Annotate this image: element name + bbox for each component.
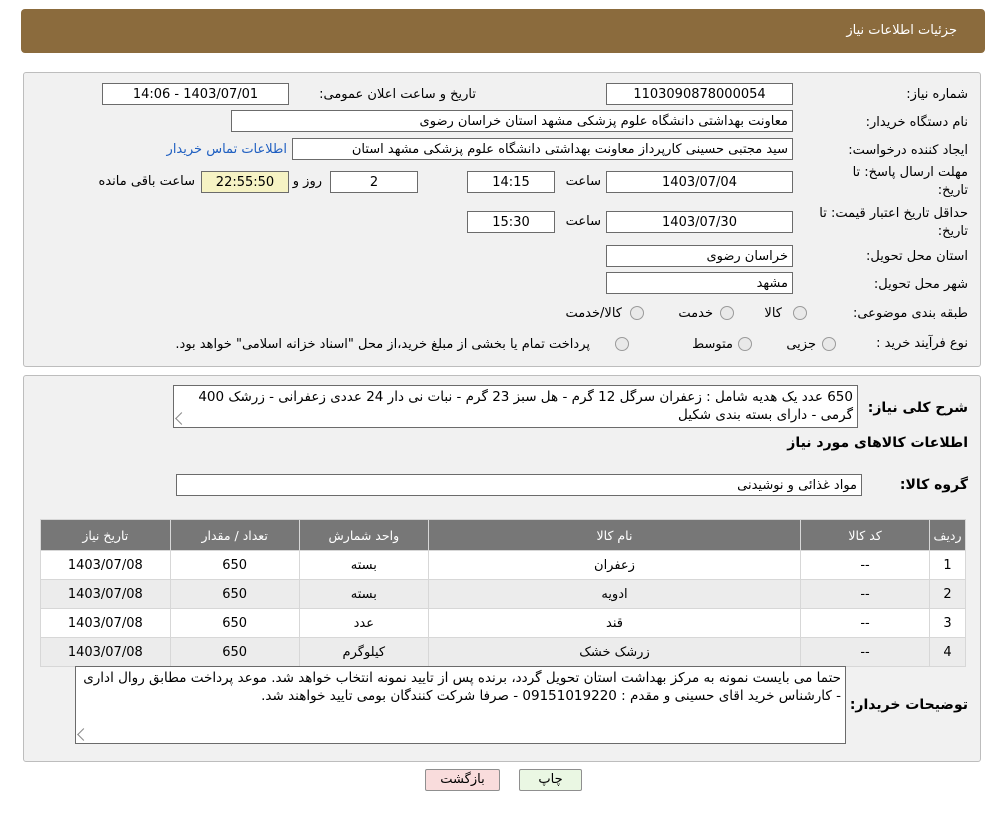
buyer-org-field: معاونت بهداشتی دانشگاه علوم پزشکی مشهد ا… bbox=[231, 110, 793, 132]
goods-section-title: اطلاعات کالاهای مورد نیاز bbox=[787, 435, 968, 451]
process-option-medium: متوسط bbox=[692, 337, 733, 352]
cell-row: 4 bbox=[930, 638, 965, 666]
table-row: 3 -- قند عدد 650 1403/07/08 bbox=[41, 609, 965, 637]
validity-date-field: 1403/07/30 bbox=[606, 211, 793, 233]
need-number-label: شماره نیاز: bbox=[906, 87, 968, 102]
cell-unit: کیلوگرم bbox=[299, 638, 428, 666]
cell-date: 1403/07/08 bbox=[41, 551, 170, 579]
deadline-hour-label: ساعت bbox=[565, 174, 601, 189]
cell-code: -- bbox=[801, 638, 930, 666]
buyer-org-label: نام دستگاه خریدار: bbox=[865, 115, 968, 130]
process-note: پرداخت تمام یا بخشی از مبلغ خرید،از محل … bbox=[175, 337, 590, 352]
city-field: مشهد bbox=[606, 272, 793, 294]
col-code-header: کد کالا bbox=[801, 520, 930, 550]
buyer-notes-text: حتما می بایست نمونه به مرکز بهداشت استان… bbox=[83, 670, 841, 704]
validity-label-date: تاریخ: bbox=[937, 224, 968, 239]
remaining-time-field: 22:55:50 bbox=[201, 171, 289, 193]
cell-qty: 650 bbox=[170, 609, 299, 637]
province-field: خراسان رضوی bbox=[606, 245, 793, 267]
resize-grip-icon[interactable] bbox=[175, 412, 188, 425]
announce-field: 1403/07/01 - 14:06 bbox=[102, 83, 289, 105]
process-option-minor: جزیی bbox=[786, 337, 816, 352]
deadline-date-field: 1403/07/04 bbox=[606, 171, 793, 193]
table-row: 1 -- زعفران بسته 650 1403/07/08 bbox=[41, 551, 965, 579]
category-radio-goods[interactable] bbox=[793, 306, 807, 320]
cell-qty: 650 bbox=[170, 580, 299, 608]
cell-name: ادویه bbox=[428, 580, 801, 608]
remaining-label: ساعت باقی مانده bbox=[98, 174, 195, 189]
cell-code: -- bbox=[801, 609, 930, 637]
cell-date: 1403/07/08 bbox=[41, 638, 170, 666]
process-treasury-checkbox[interactable] bbox=[615, 337, 629, 351]
category-label: طبقه بندی موضوعی: bbox=[852, 306, 968, 321]
cell-unit: عدد bbox=[299, 609, 428, 637]
process-radio-minor[interactable] bbox=[822, 337, 836, 351]
need-number-field: 1103090878000054 bbox=[606, 83, 793, 105]
validity-label: حداقل تاریخ اعتبار قیمت: تا bbox=[819, 206, 968, 221]
validity-hour-label: ساعت bbox=[565, 214, 601, 229]
cell-name: زعفران bbox=[428, 551, 801, 579]
cell-unit: بسته bbox=[299, 551, 428, 579]
goods-table: ردیف کد کالا نام کالا واحد شمارش تعداد /… bbox=[40, 519, 966, 667]
cell-row: 1 bbox=[930, 551, 965, 579]
deadline-label-date: تاریخ: bbox=[937, 183, 968, 198]
cell-name: زرشک خشک bbox=[428, 638, 801, 666]
col-unit-header: واحد شمارش bbox=[299, 520, 428, 550]
cell-date: 1403/07/08 bbox=[41, 580, 170, 608]
cell-unit: بسته bbox=[299, 580, 428, 608]
category-radio-service[interactable] bbox=[720, 306, 734, 320]
category-radio-goods-service[interactable] bbox=[630, 306, 644, 320]
table-row: 2 -- ادویه بسته 650 1403/07/08 bbox=[41, 580, 965, 608]
col-qty-header: تعداد / مقدار bbox=[170, 520, 299, 550]
cell-name: قند bbox=[428, 609, 801, 637]
table-header-row: ردیف کد کالا نام کالا واحد شمارش تعداد /… bbox=[41, 520, 965, 550]
goods-group-label: گروه کالا: bbox=[899, 477, 968, 493]
back-button[interactable]: بازگشت bbox=[425, 769, 500, 791]
page-header: جزئیات اطلاعات نیاز bbox=[21, 9, 985, 53]
buyer-notes-textarea[interactable]: حتما می بایست نمونه به مرکز بهداشت استان… bbox=[75, 666, 846, 744]
col-date-header: تاریخ نیاز bbox=[41, 520, 170, 550]
cell-date: 1403/07/08 bbox=[41, 609, 170, 637]
col-name-header: نام کالا bbox=[428, 520, 801, 550]
deadline-label: مهلت ارسال پاسخ: تا bbox=[852, 165, 968, 180]
days-field: 2 bbox=[330, 171, 418, 193]
print-button[interactable]: چاپ bbox=[519, 769, 582, 791]
buyer-notes-label: توضیحات خریدار: bbox=[849, 697, 968, 713]
city-label: شهر محل تحویل: bbox=[873, 277, 968, 292]
deadline-time-field: 14:15 bbox=[467, 171, 555, 193]
summary-text: 650 عدد یک هدیه شامل : زعفران سرگل 12 گر… bbox=[198, 389, 853, 423]
validity-time-field: 15:30 bbox=[467, 211, 555, 233]
table-row: 4 -- زرشک خشک کیلوگرم 650 1403/07/08 bbox=[41, 638, 965, 666]
category-option-service: خدمت bbox=[678, 306, 713, 321]
cell-code: -- bbox=[801, 551, 930, 579]
creator-label: ایجاد کننده درخواست: bbox=[848, 143, 968, 158]
cell-row: 3 bbox=[930, 609, 965, 637]
announce-label: تاریخ و ساعت اعلان عمومی: bbox=[319, 87, 476, 102]
process-label: نوع فرآیند خرید : bbox=[876, 336, 968, 351]
cell-qty: 650 bbox=[170, 551, 299, 579]
cell-row: 2 bbox=[930, 580, 965, 608]
cell-code: -- bbox=[801, 580, 930, 608]
province-label: استان محل تحویل: bbox=[866, 249, 968, 264]
goods-group-field: مواد غذائی و نوشیدنی bbox=[176, 474, 862, 496]
col-row-header: ردیف bbox=[930, 520, 965, 550]
cell-qty: 650 bbox=[170, 638, 299, 666]
buyer-contact-link[interactable]: اطلاعات تماس خریدار bbox=[167, 142, 287, 157]
summary-label: شرح کلی نیاز: bbox=[867, 400, 968, 416]
resize-grip-icon[interactable] bbox=[77, 728, 90, 741]
category-option-goods: کالا bbox=[764, 306, 782, 321]
summary-textarea[interactable]: 650 عدد یک هدیه شامل : زعفران سرگل 12 گر… bbox=[173, 385, 858, 428]
category-option-goods-service: کالا/خدمت bbox=[565, 306, 622, 321]
page-title: جزئیات اطلاعات نیاز bbox=[846, 23, 957, 38]
days-label: روز و bbox=[292, 174, 322, 189]
process-radio-medium[interactable] bbox=[738, 337, 752, 351]
creator-field: سید مجتبی حسینی کارپرداز معاونت بهداشتی … bbox=[292, 138, 793, 160]
